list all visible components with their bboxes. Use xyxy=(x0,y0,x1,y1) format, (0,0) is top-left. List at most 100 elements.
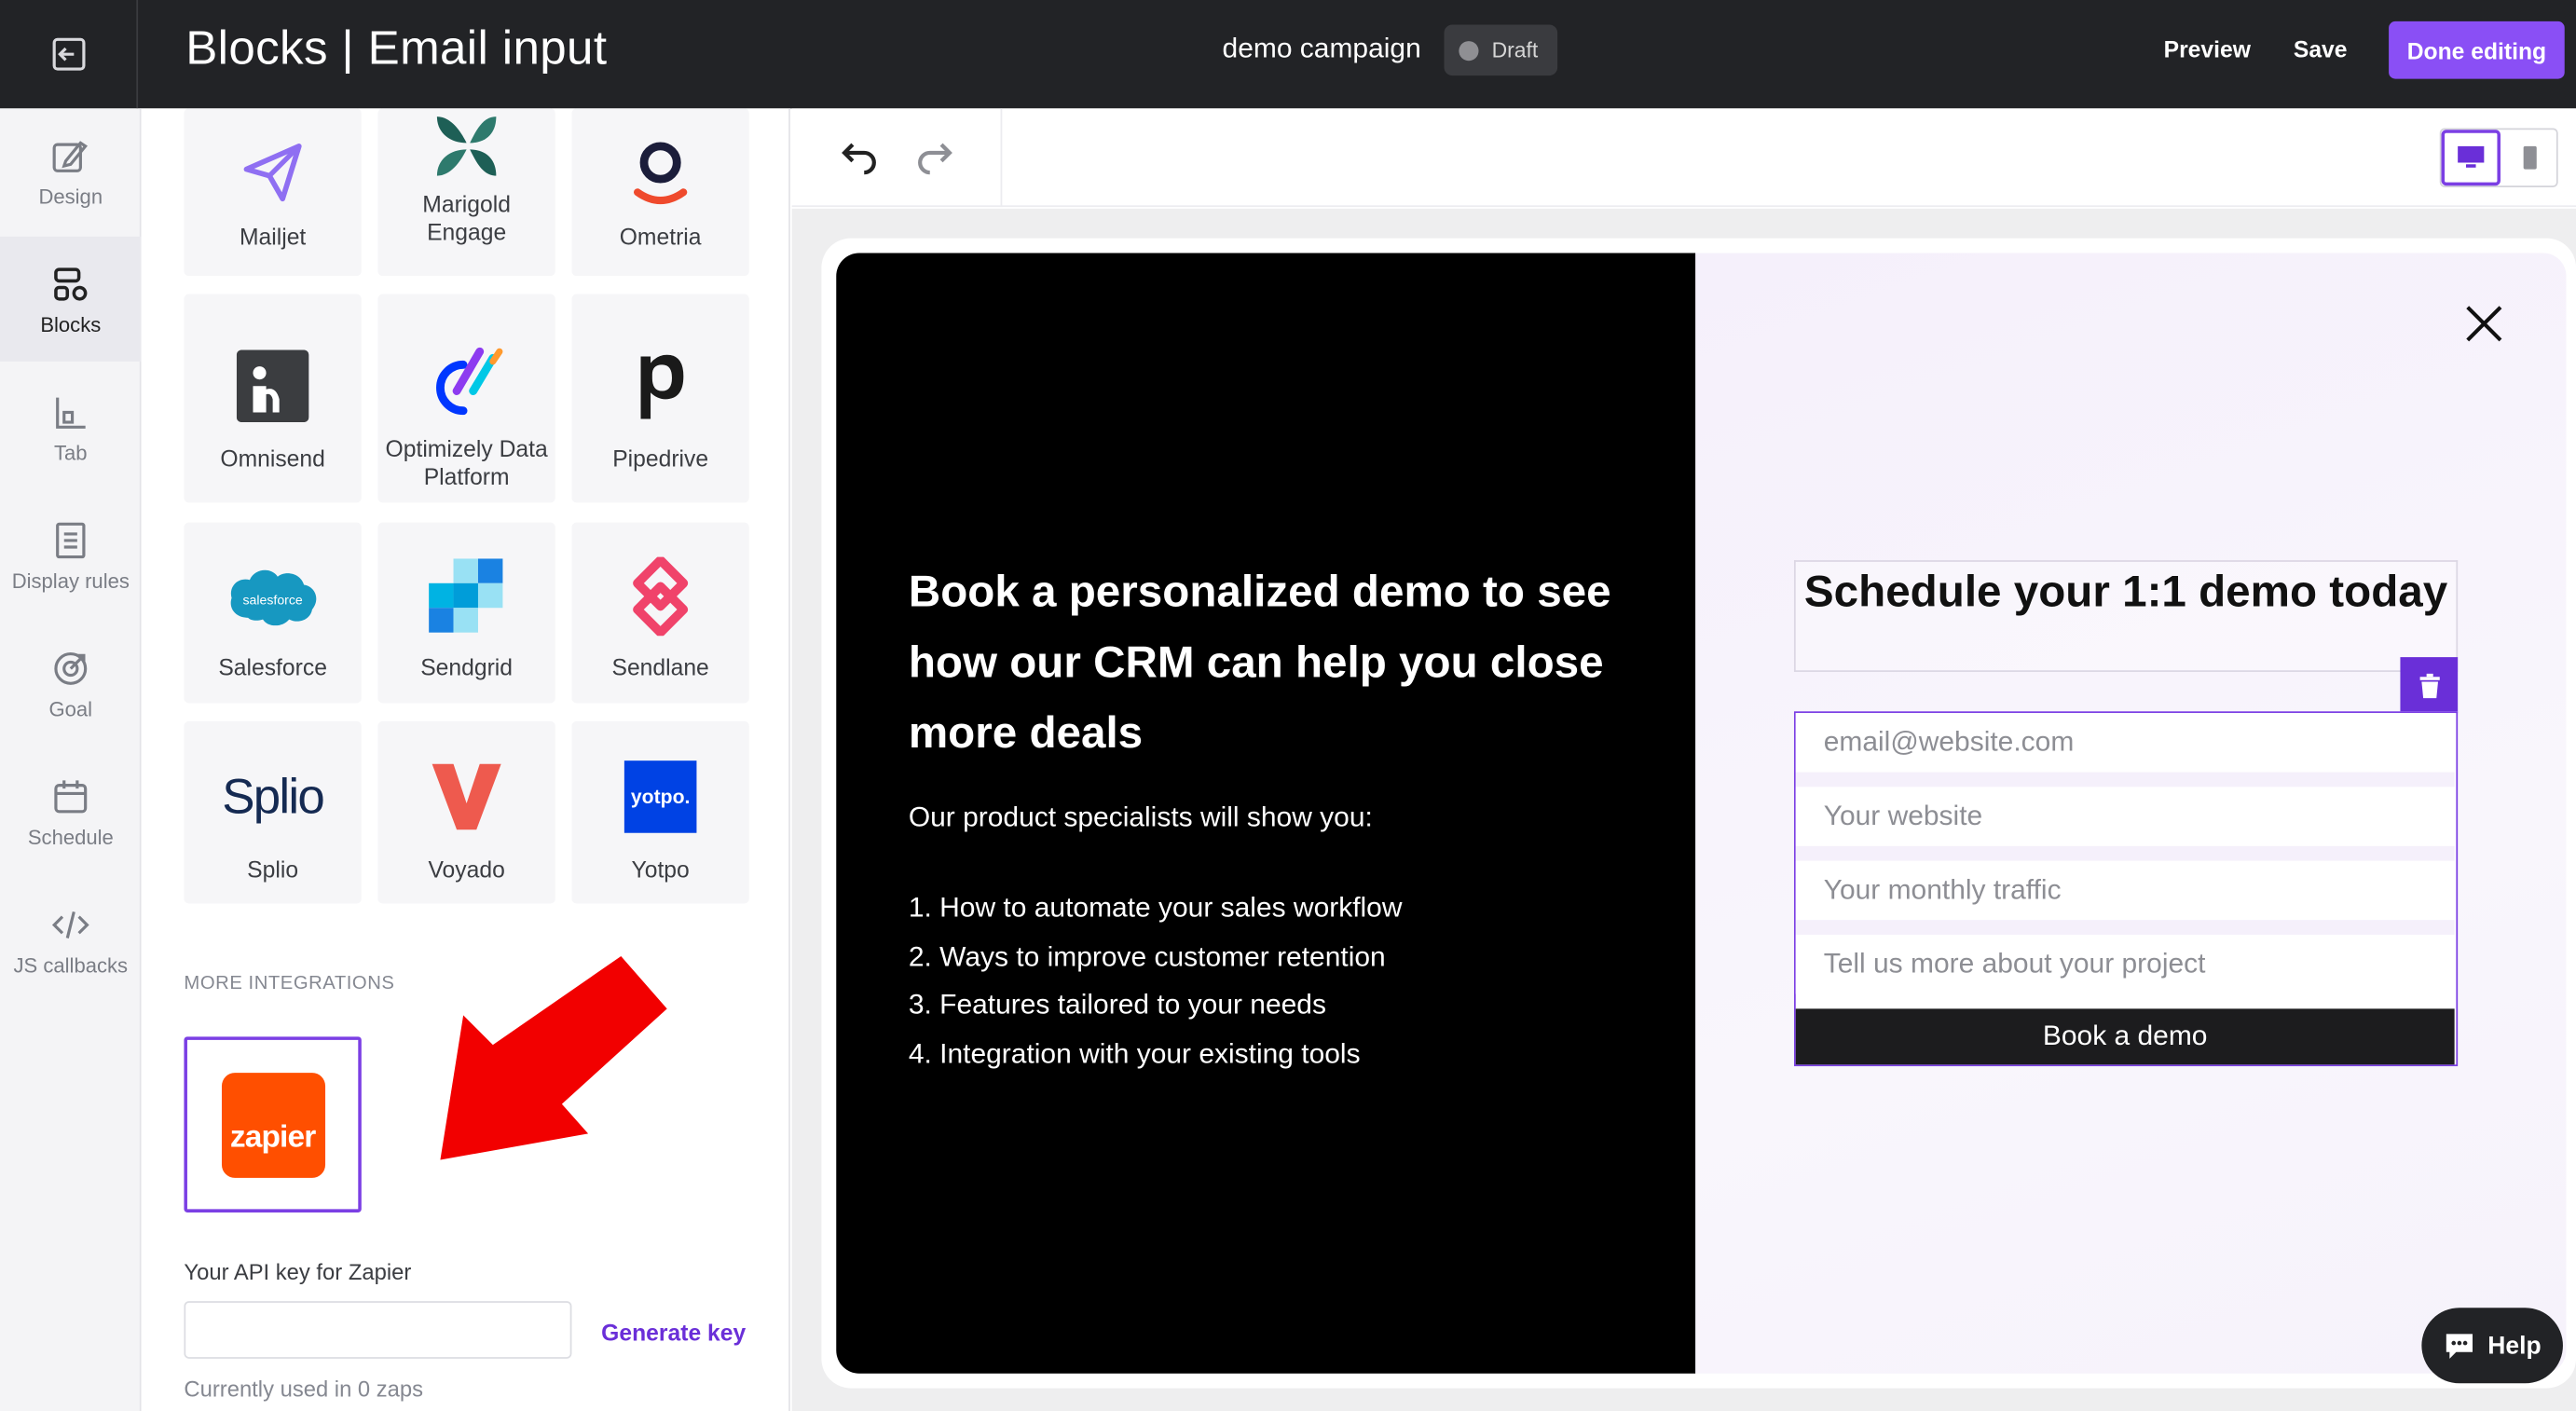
nav-item-goal[interactable]: Goal xyxy=(0,621,142,746)
integration-tile-marigold[interactable]: Marigold Engage xyxy=(377,108,555,277)
popup-headline[interactable]: Book a personalized demo to see how our … xyxy=(909,557,1648,769)
mobile-view-button[interactable] xyxy=(2502,130,2558,185)
status-label: Draft xyxy=(1491,37,1539,62)
nav-label-schedule: Schedule xyxy=(27,825,114,849)
integration-label: Pipedrive xyxy=(612,445,709,472)
page-title: Blocks | Email input xyxy=(185,22,608,76)
integration-label: Sendlane xyxy=(611,653,709,680)
delete-block-button[interactable] xyxy=(2400,657,2459,714)
nav-item-blocks[interactable]: Blocks xyxy=(0,236,142,362)
mobile-icon xyxy=(2523,145,2537,170)
list-item: 3. Features tailored to your needs xyxy=(908,989,1326,1021)
popup-bullet-list[interactable]: 1. How to automate your sales workflow 2… xyxy=(909,884,1403,1077)
goal-icon xyxy=(54,651,88,685)
trash-icon xyxy=(2418,672,2439,698)
integration-tile-zapier[interactable]: zapier xyxy=(184,1036,362,1212)
desktop-view-button[interactable] xyxy=(2441,130,2501,186)
device-toggle xyxy=(2439,128,2558,187)
close-icon[interactable] xyxy=(2462,302,2505,345)
integration-label: Yotpo xyxy=(631,856,690,883)
integration-label: Omnisend xyxy=(220,445,325,472)
integration-tile-sendlane[interactable]: Sendlane xyxy=(571,522,749,704)
nav-item-schedule[interactable]: Schedule xyxy=(0,749,142,874)
integration-tile-yotpo[interactable]: yotpo. Yotpo xyxy=(571,720,749,904)
marigold-icon xyxy=(427,108,506,190)
integration-label: Mailjet xyxy=(239,223,307,250)
splio-icon: Splio xyxy=(222,769,325,825)
traffic-field[interactable]: Your monthly traffic xyxy=(1795,860,2455,921)
pipedrive-icon xyxy=(627,327,693,445)
undo-icon[interactable] xyxy=(836,136,879,179)
preview-button[interactable]: Preview xyxy=(2164,36,2251,62)
toolbar-divider xyxy=(1000,108,1003,208)
integration-tile-ometria[interactable]: Ometria xyxy=(571,108,749,277)
book-demo-button[interactable]: Book a demo xyxy=(1795,1008,2455,1065)
generate-key-button[interactable]: Generate key xyxy=(601,1320,746,1346)
integration-tile-pipedrive[interactable]: Pipedrive xyxy=(571,294,749,503)
canvas-toolbar xyxy=(791,108,2576,208)
svg-text:salesforce: salesforce xyxy=(243,593,303,608)
integration-label: Optimizely Data Platform xyxy=(385,435,548,490)
list-item: 2. Ways to improve customer retention xyxy=(908,940,1386,972)
email-input-block[interactable]: email@website.com Your website Your mont… xyxy=(1793,711,2459,1067)
form-title[interactable]: Schedule your 1:1 demo today xyxy=(1793,560,2459,672)
project-field[interactable]: Tell us more about your project xyxy=(1795,935,2455,994)
sendlane-icon xyxy=(627,539,693,653)
voyado-icon xyxy=(429,737,504,856)
sendgrid-icon xyxy=(429,539,504,653)
integration-label: Voyado xyxy=(428,856,505,883)
display-rules-icon xyxy=(56,521,86,558)
integration-tile-salesforce[interactable]: salesforce Salesforce xyxy=(184,522,362,704)
integration-tile-optimizely[interactable]: Optimizely Data Platform xyxy=(377,294,555,503)
title-divider xyxy=(1793,670,2459,672)
list-item: 4. Integration with your existing tools xyxy=(908,1037,1361,1069)
integration-tile-voyado[interactable]: Voyado xyxy=(377,720,555,904)
nav-label-goal: Goal xyxy=(48,697,93,720)
desktop-icon xyxy=(2458,145,2485,168)
integrations-panel: Mailjet Marigold Engage Ometria Omnisend… xyxy=(141,108,790,1411)
campaign-name[interactable]: demo campaign xyxy=(1223,33,1421,65)
save-button[interactable]: Save xyxy=(2294,36,2348,62)
field-separator xyxy=(1795,772,2455,788)
integration-tile-mailjet[interactable]: Mailjet xyxy=(184,108,362,277)
salesforce-icon: salesforce xyxy=(226,539,321,653)
field-separator xyxy=(1795,845,2455,861)
website-field[interactable]: Your website xyxy=(1795,787,2455,846)
email-field[interactable]: email@website.com xyxy=(1795,713,2455,773)
nav-item-js-callbacks[interactable]: JS callbacks xyxy=(0,877,142,1002)
popup-subline[interactable]: Our product specialists will show you: xyxy=(909,801,1373,834)
exit-editor-button[interactable] xyxy=(0,0,139,109)
nav-label-js-callbacks: JS callbacks xyxy=(13,953,129,977)
integration-label: Sendgrid xyxy=(420,653,514,680)
exit-icon xyxy=(51,37,85,71)
left-nav: Design Blocks Tab Display rules Goal Sch… xyxy=(0,108,142,1411)
nav-item-design[interactable]: Design xyxy=(0,108,142,233)
code-icon xyxy=(51,911,89,938)
done-editing-button[interactable]: Done editing xyxy=(2389,21,2565,79)
omnisend-icon xyxy=(236,327,309,445)
redo-icon[interactable] xyxy=(915,136,958,179)
status-badge[interactable]: Draft xyxy=(1444,24,1558,76)
popup-left-panel[interactable]: Book a personalized demo to see how our … xyxy=(836,253,1696,1374)
optimizely-icon xyxy=(427,327,506,435)
api-key-input[interactable] xyxy=(184,1301,572,1359)
red-arrow-icon xyxy=(440,955,667,1160)
integration-tile-omnisend[interactable]: Omnisend xyxy=(184,294,362,503)
help-button[interactable]: Help xyxy=(2421,1308,2563,1384)
popup-right-panel[interactable]: Schedule your 1:1 demo today email@websi… xyxy=(1695,253,2567,1374)
zaps-usage-text: Currently used in 0 zaps xyxy=(184,1377,424,1402)
integration-tile-splio[interactable]: Splio Splio xyxy=(184,720,362,904)
integration-label: Splio xyxy=(247,856,299,883)
yotpo-icon: yotpo. xyxy=(623,737,697,856)
top-bar: Blocks | Email input demo campaign Draft… xyxy=(0,0,2576,109)
integration-tile-sendgrid[interactable]: Sendgrid xyxy=(377,522,555,704)
nav-label-design: Design xyxy=(38,185,103,208)
list-item: 1. How to automate your sales workflow xyxy=(908,892,1403,924)
nav-item-tab[interactable]: Tab xyxy=(0,364,142,489)
more-integrations-heading: MORE INTEGRATIONS xyxy=(184,974,395,994)
integration-label: Marigold Engage xyxy=(422,190,511,245)
nav-item-display-rules[interactable]: Display rules xyxy=(0,493,142,618)
calendar-icon xyxy=(54,779,88,813)
chat-icon xyxy=(2446,1334,2473,1359)
nav-label-blocks: Blocks xyxy=(40,312,102,336)
